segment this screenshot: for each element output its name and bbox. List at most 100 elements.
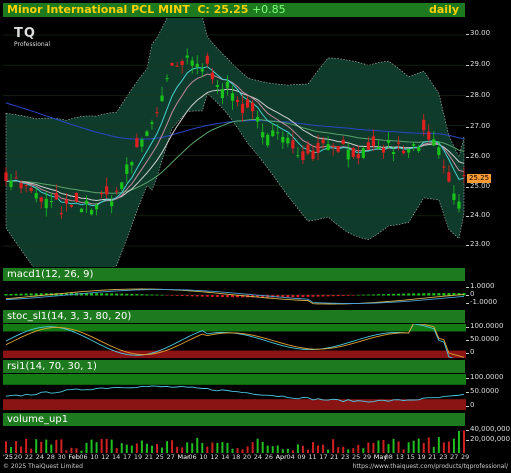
- price-chart: [3, 18, 466, 267]
- volume-bar: [171, 440, 174, 453]
- date-tick: 24: [35, 453, 44, 461]
- volume-bar: [50, 444, 53, 453]
- candle-body: [366, 142, 370, 150]
- volume-bar: [397, 441, 400, 453]
- candle-body: [261, 132, 265, 138]
- date-tick: 20: [13, 453, 23, 461]
- macd-histogram-bar: [125, 293, 129, 296]
- volume-bar: [261, 441, 264, 453]
- stoch-tick: 100.0000: [465, 322, 504, 330]
- candle-body: [457, 201, 461, 209]
- candle-body: [391, 152, 396, 155]
- price-chart-pane[interactable]: [3, 18, 466, 267]
- volume-bar: [35, 439, 38, 453]
- volume-bar: [317, 445, 320, 453]
- candle-body: [69, 205, 74, 207]
- macd-histogram-bar: [326, 295, 330, 297]
- candle-body: [200, 69, 204, 72]
- candle-body: [311, 150, 315, 160]
- source-url[interactable]: https://www.thaiquest.com/products/tqpro…: [353, 463, 508, 470]
- volume-bar: [90, 439, 93, 453]
- signal-line: [5, 289, 465, 304]
- candle-body: [341, 139, 345, 145]
- candle-body: [54, 192, 58, 200]
- stoch-tick: 50.0000: [466, 335, 499, 343]
- date-tick: 27: [166, 453, 175, 461]
- oversold-zone: [3, 350, 466, 358]
- candle-body: [240, 103, 245, 113]
- macd-pane[interactable]: [3, 282, 466, 308]
- candle-body: [326, 144, 330, 150]
- date-tick: 25: [351, 453, 361, 461]
- volume-bar: [266, 445, 269, 453]
- candle-body: [150, 122, 154, 124]
- date-tick: Apr: [275, 453, 287, 461]
- volume-bar: [55, 439, 58, 453]
- candle-body: [39, 197, 43, 202]
- macd-histogram-bar: [90, 293, 94, 296]
- candle-body: [125, 164, 129, 174]
- rsi-chart: [3, 374, 466, 410]
- date-tick: 23: [439, 453, 448, 461]
- macd-tick: 0: [465, 290, 475, 298]
- macd-histogram-bar: [371, 294, 375, 296]
- candle-body: [381, 147, 386, 153]
- macd-histogram-bar: [321, 295, 325, 297]
- volume-bar: [276, 445, 279, 453]
- volume-bar: [191, 443, 194, 453]
- volume-bar: [105, 438, 108, 453]
- candle-body: [386, 140, 391, 143]
- stoch-label: stoc_sl1(14, 3, 3, 80, 20): [3, 310, 465, 323]
- symbol-title: Minor International PCL MINT: [7, 3, 190, 16]
- macd-histogram-bar: [286, 295, 290, 298]
- macd-tick: 1.0000: [466, 282, 495, 290]
- volume-bar: [155, 444, 158, 453]
- candle-body: [281, 136, 285, 143]
- volume-bar: [140, 440, 143, 453]
- volume-bar: [372, 442, 375, 453]
- price-tick: 28.00: [465, 91, 491, 99]
- date-tick: 23: [341, 453, 350, 461]
- date-tick: 28: [46, 453, 55, 461]
- candle-body: [115, 190, 119, 192]
- candle-body: [185, 55, 189, 58]
- period-label: daily: [428, 3, 459, 16]
- macd-histogram-bar: [175, 295, 179, 296]
- candle-body: [225, 81, 230, 88]
- overbought-zone: [3, 324, 466, 332]
- candle-body: [89, 210, 94, 215]
- macd-histogram-bar: [291, 295, 295, 298]
- date-tick: 11: [308, 453, 317, 461]
- candle-body: [296, 155, 300, 157]
- stoch-pane[interactable]: [3, 324, 466, 358]
- macd-histogram-bar: [205, 295, 209, 297]
- rsi-tick: 50.0000: [466, 387, 499, 395]
- candle-body: [84, 200, 89, 205]
- stoch-chart: [3, 324, 466, 358]
- macd-histogram-bar: [160, 294, 164, 296]
- candle-body: [437, 147, 441, 156]
- date-tick: 06: [188, 453, 197, 461]
- candle-body: [160, 95, 164, 102]
- macd-histogram-bar: [24, 293, 28, 296]
- volume-pane[interactable]: [3, 427, 466, 453]
- candle-body: [306, 144, 310, 154]
- candle-body: [331, 145, 335, 148]
- macd-histogram-bar: [200, 295, 204, 297]
- copyright: © 2025 ThaiQuest Limited: [3, 463, 83, 470]
- volume-bar: [357, 444, 360, 453]
- chart-header: Minor International PCL MINT C: 25.25 +0…: [3, 3, 465, 17]
- rsi-pane[interactable]: [3, 374, 466, 410]
- macd-histogram-bar: [351, 295, 355, 296]
- date-tick: 10: [199, 453, 208, 461]
- candle-body: [396, 142, 401, 144]
- macd-axis: 1.0000 0 -1.0000: [465, 282, 511, 308]
- macd-histogram-bar: [366, 294, 370, 296]
- candle-body: [432, 139, 436, 146]
- rsi-tick: 0: [465, 401, 475, 409]
- candle-body: [19, 182, 23, 189]
- volume-bar: [412, 440, 415, 453]
- candle-body: [371, 136, 376, 146]
- macd-histogram-bar: [185, 295, 189, 297]
- volume-bar: [422, 442, 425, 453]
